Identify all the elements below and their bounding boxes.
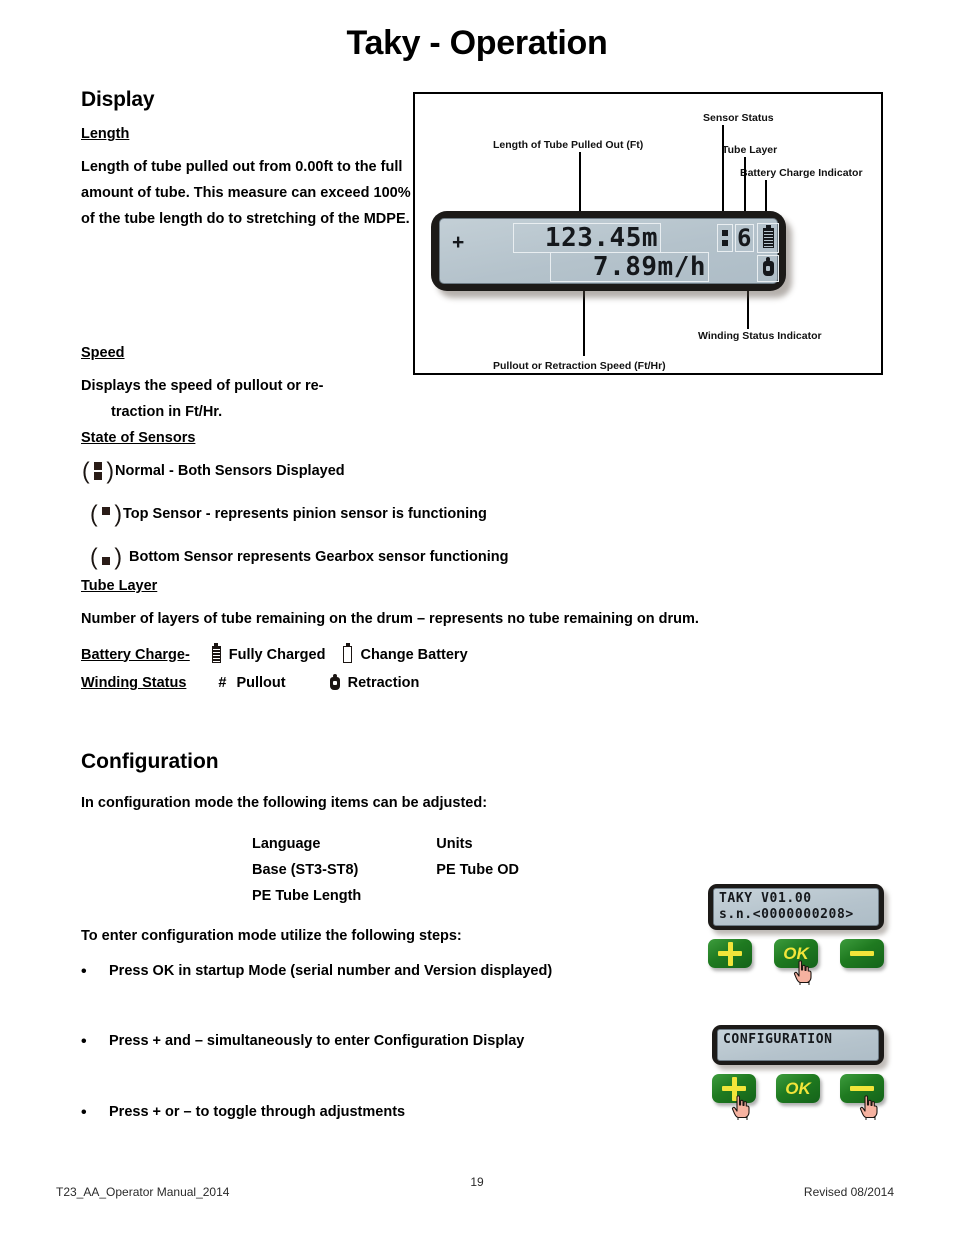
plus-button[interactable]: [712, 1074, 756, 1120]
step-text: Press + or – to toggle through adjustmen…: [109, 1104, 406, 1120]
sensor-state-row-top: ( ) Top Sensor - represents pinion senso…: [81, 501, 841, 527]
step-text: Press + and – simultaneously to enter Co…: [109, 1033, 525, 1049]
lcd-speed-value: 7.89m/h: [550, 252, 709, 282]
speed-subheading: Speed: [81, 345, 125, 361]
configuration-lcd: CONFIGURATION: [712, 1025, 884, 1065]
length-body-text: Length of tube pulled out from 0.00ft to…: [81, 159, 411, 227]
sensors-subheading: State of Sensors: [81, 430, 196, 446]
sensor-state-label: Normal - Both Sensors Displayed: [115, 463, 345, 479]
speed-block: Speed Displays the speed of pullout or r…: [81, 345, 411, 425]
retraction-label: Retraction: [347, 675, 420, 691]
display-section: Display Length Length of tube pulled out…: [81, 88, 411, 232]
sensor-state-row-bottom: ( ) Bottom Sensor represents Gearbox sen…: [81, 544, 841, 570]
list-item: • Press OK in startup Mode (serial numbe…: [81, 963, 552, 981]
list-item: • Press + and – simultaneously to enter …: [81, 1033, 524, 1051]
state-of-sensors-block: State of Sensors ( ) Normal - Both Senso…: [81, 430, 841, 587]
speed-body-text: Displays the speed of pullout or re-: [81, 378, 324, 394]
sensor-state-row-normal: ( ) Normal - Both Sensors Displayed: [81, 458, 841, 484]
winding-status-row: Winding Status # Pullout Retraction: [81, 673, 881, 691]
ok-button-label: OK: [785, 1078, 811, 1098]
battery-charge-label: Battery Charge-: [81, 646, 190, 663]
callout-label-length: Length of Tube Pulled Out (Ft): [493, 139, 644, 151]
battery-full-label: Fully Charged: [228, 646, 326, 663]
config-item: [435, 884, 591, 908]
battery-empty-icon: [343, 643, 353, 663]
callout-label-tube-layer: Tube Layer: [722, 144, 778, 156]
tube-layer-subheading: Tube Layer: [81, 578, 158, 594]
lcd-length-value: 123.45m: [513, 223, 661, 253]
ok-button-label: OK: [783, 943, 809, 963]
sensor-both-icon: ( ): [82, 457, 114, 484]
startup-lcd-line1: TAKY V01.00: [719, 891, 812, 906]
table-row: PE Tube Length: [251, 884, 591, 908]
startup-lcd-screen: TAKY V01.00 s.n.<0000000208>: [713, 888, 879, 926]
configuration-intro: In configuration mode the following item…: [81, 795, 488, 811]
minus-button[interactable]: [840, 939, 884, 968]
table-row: Base (ST3-ST8) PE Tube OD: [251, 858, 591, 882]
startup-lcd-line2: s.n.<0000000208>: [719, 907, 854, 922]
minus-button[interactable]: [840, 1074, 884, 1120]
sensor-state-label: Bottom Sensor represents Gearbox sensor …: [129, 549, 509, 565]
config-item: PE Tube Length: [252, 888, 362, 904]
lcd-screen: + 123.45m 7.89m/h 6: [439, 218, 779, 284]
hand-cursor-icon: [859, 1095, 878, 1120]
lcd-battery-icon: [757, 223, 779, 253]
tube-layer-body-text: Number of layers of tube remaining on th…: [81, 611, 699, 627]
config-item: Base (ST3-ST8): [252, 862, 359, 878]
startup-lcd: TAKY V01.00 s.n.<0000000208>: [708, 884, 884, 930]
page-title: Taky - Operation: [346, 24, 608, 62]
pullout-hash-icon: #: [218, 675, 227, 691]
configuration-lcd-screen: CONFIGURATION: [717, 1029, 879, 1061]
step-text: Press OK in startup Mode (serial number …: [109, 963, 553, 979]
config-item: Units: [436, 836, 473, 852]
configuration-lcd-line1: CONFIGURATION: [723, 1032, 833, 1047]
display-heading: Display: [81, 88, 155, 111]
callout-label-sensor-status: Sensor Status: [703, 112, 774, 124]
battery-empty-label: Change Battery: [360, 646, 468, 663]
plus-icon: [718, 941, 742, 966]
winding-status-label: Winding Status: [81, 675, 187, 691]
minus-icon: [850, 951, 874, 956]
footer-revision: Revised 08/2014: [803, 1185, 894, 1199]
battery-full-icon: [211, 643, 221, 663]
callout-label-speed: Pullout or Retraction Speed (Ft/Hr): [493, 360, 666, 372]
plus-icon: [722, 1076, 746, 1101]
pullout-label: Pullout: [236, 675, 286, 691]
lcd-winding-icon: [757, 255, 779, 282]
battery-charge-row: Battery Charge- Fully Charged Change Bat…: [81, 643, 881, 663]
list-item: • Press + or – to toggle through adjustm…: [81, 1104, 405, 1122]
callout-line-winding: [747, 287, 749, 329]
ok-button[interactable]: OK: [774, 939, 818, 985]
configuration-steps-intro: To enter configuration mode utilize the …: [81, 928, 462, 944]
table-row: Language Units: [251, 832, 591, 856]
plus-button[interactable]: [708, 939, 752, 968]
minus-icon: [850, 1086, 874, 1091]
startup-keypad: OK: [708, 939, 884, 985]
lcd-tube-layer-value: 6: [735, 224, 754, 252]
config-item: PE Tube OD: [436, 862, 519, 878]
config-item: Language: [252, 836, 321, 852]
callout-label-battery: Battery Charge Indicator: [740, 167, 863, 179]
configuration-heading: Configuration: [81, 750, 219, 773]
startup-mode-panel: TAKY V01.00 s.n.<0000000208> OK: [708, 884, 884, 985]
bullet-icon: •: [81, 963, 87, 980]
lcd-sensor-status-icon: [717, 224, 733, 252]
sensor-state-label: Top Sensor - represents pinion sensor is…: [123, 506, 487, 522]
sensor-top-icon: ( ): [90, 500, 122, 527]
configuration-keypad: OK: [712, 1074, 884, 1120]
speed-body-text-2: traction in Ft/Hr.: [111, 404, 223, 420]
callout-line-speed: [583, 284, 585, 356]
sensor-bottom-icon: ( ): [90, 543, 122, 570]
lcd-sign: +: [452, 231, 465, 254]
configuration-items-table: Language Units Base (ST3-ST8) PE Tube OD…: [249, 830, 593, 910]
bullet-icon: •: [81, 1104, 87, 1121]
length-subheading: Length: [81, 126, 130, 142]
configuration-mode-panel: CONFIGURATION OK: [712, 1025, 884, 1120]
tube-layer-block: Tube Layer Number of layers of tube rema…: [81, 578, 881, 703]
bullet-icon: •: [81, 1033, 87, 1050]
callout-label-winding: Winding Status Indicator: [698, 330, 822, 342]
retraction-icon: [329, 673, 340, 690]
ok-button[interactable]: OK: [776, 1074, 820, 1103]
lcd-module: + 123.45m 7.89m/h 6: [431, 211, 786, 291]
